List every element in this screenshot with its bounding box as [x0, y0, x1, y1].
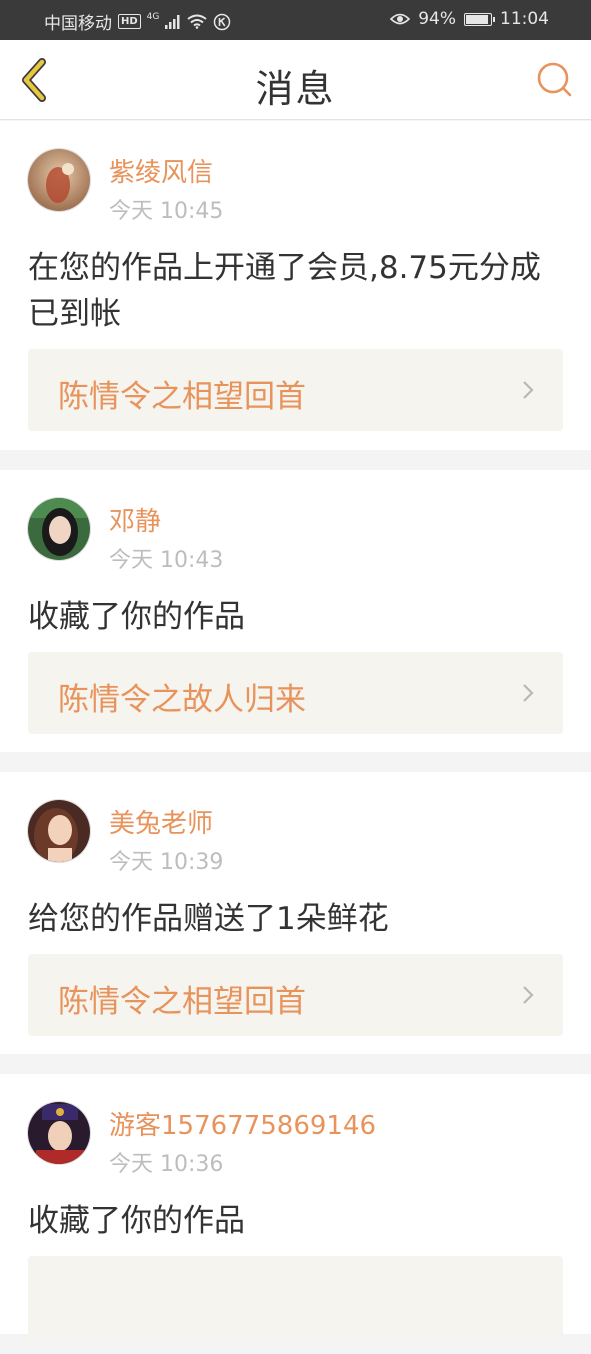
- username[interactable]: 美兔老师: [109, 803, 213, 840]
- work-link[interactable]: 陈情令之相望回首: [28, 349, 563, 431]
- message-time: 今天 10:45: [109, 199, 224, 224]
- hd-badge: HD: [118, 14, 141, 29]
- chevron-right-icon: [523, 986, 534, 1004]
- message-time: 今天 10:43: [109, 548, 224, 573]
- search-icon: [537, 62, 572, 97]
- status-left: 中国移动 HD 4G: [44, 9, 231, 34]
- signal-icon: [165, 14, 180, 29]
- top-nav-bar: 消息: [0, 40, 591, 120]
- wifi-icon: [187, 14, 207, 29]
- avatar[interactable]: [27, 148, 91, 212]
- network-type: 4G: [146, 11, 160, 22]
- work-link[interactable]: 陈情令之故人归来: [28, 652, 563, 734]
- work-title: 陈情令之故人归来: [58, 682, 306, 718]
- message-text: 给您的作品赠送了1朵鲜花: [28, 901, 389, 937]
- message-text: 在您的作品上开通了会员,8.75元分成已到帐: [28, 250, 541, 332]
- message-card: 美兔老师 今天 10:39 给您的作品赠送了1朵鲜花 陈情令之相望回首: [0, 772, 591, 1054]
- message-card: 邓静 今天 10:43 收藏了你的作品 陈情令之故人归来: [0, 470, 591, 752]
- work-title: 陈情令之相望回首: [58, 984, 306, 1020]
- message-text: 收藏了你的作品: [28, 599, 245, 635]
- page-title: 消息: [255, 67, 336, 111]
- message-time: 今天 10:36: [109, 1152, 224, 1177]
- battery-cap: [493, 16, 495, 22]
- username[interactable]: 紫绫风信: [109, 152, 213, 189]
- username[interactable]: 邓静: [109, 501, 161, 538]
- battery-percent: 94%: [418, 9, 456, 29]
- search-button[interactable]: [535, 59, 575, 99]
- status-bar: 中国移动 HD 4G 94% 11:04: [0, 0, 591, 40]
- battery-icon: [464, 12, 495, 26]
- message-time: 今天 10:39: [109, 850, 224, 875]
- avatar[interactable]: [27, 1101, 91, 1165]
- message-card: 游客1576775869146 今天 10:36 收藏了你的作品: [0, 1074, 591, 1338]
- work-link[interactable]: 陈情令之相望回首: [28, 954, 563, 1036]
- avatar[interactable]: [27, 799, 91, 863]
- clock: 11:04: [500, 9, 549, 29]
- username[interactable]: 游客1576775869146: [109, 1105, 376, 1142]
- message-card: 紫绫风信 今天 10:45 在您的作品上开通了会员,8.75元分成已到帐 陈情令…: [0, 121, 591, 450]
- chevron-right-icon: [523, 684, 534, 702]
- avatar[interactable]: [27, 497, 91, 561]
- message-list: 紫绫风信 今天 10:45 在您的作品上开通了会员,8.75元分成已到帐 陈情令…: [0, 121, 591, 1354]
- work-link[interactable]: [28, 1256, 563, 1338]
- battery-fill: [466, 14, 489, 24]
- eye-icon: [390, 13, 411, 25]
- k-app-icon: [214, 13, 231, 30]
- status-right: 94% 11:04: [390, 9, 549, 29]
- message-text: 收藏了你的作品: [28, 1203, 245, 1239]
- carrier-label: 中国移动: [44, 14, 112, 34]
- work-title: 陈情令之相望回首: [58, 379, 306, 415]
- chevron-right-icon: [523, 381, 534, 399]
